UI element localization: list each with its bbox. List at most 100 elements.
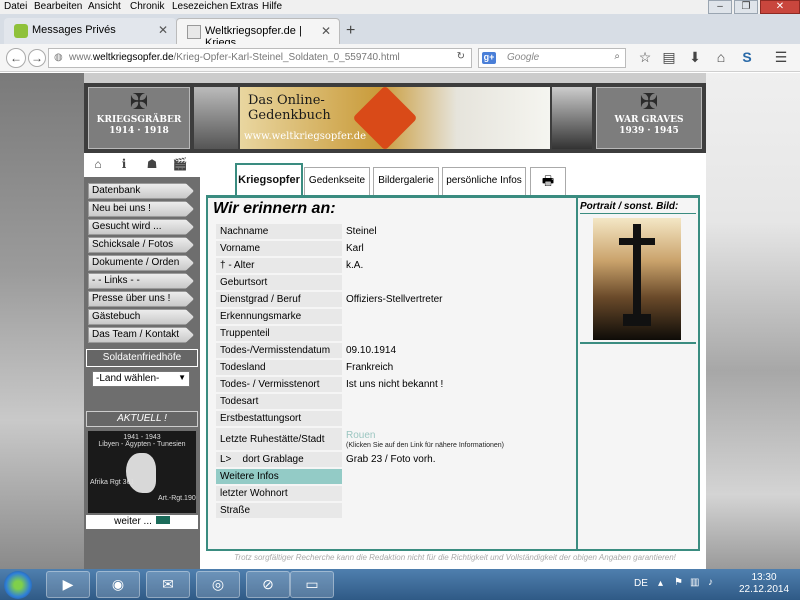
close-window-button[interactable]: ✕ [760,0,800,14]
network-icon[interactable]: ▥ [690,577,699,588]
start-button[interactable] [4,571,32,599]
minimize-button[interactable]: – [708,0,732,14]
field-label: Vorname [216,241,342,256]
sidebar-item-team[interactable]: Das Team / Kontakt [88,327,194,343]
banner-left-years: 1914 · 1918 [109,126,169,136]
firefox-icon[interactable]: ◉ [96,571,140,598]
aktuell-places: Libyen - Ägypten - Tunesien [98,441,186,448]
tab-gedenkseite[interactable]: Gedenkseite [304,167,370,195]
land-select[interactable]: -Land wählen- ▼ [92,371,190,387]
tab-kriegsopfer[interactable]: Kriegsopfer [235,163,303,196]
language-indicator[interactable]: DE [634,578,648,589]
url-input[interactable]: ◍ www.weltkriegsopfer.de/Krieg-Opfer-Kar… [48,48,472,68]
menu-datei[interactable]: Datei [4,1,27,12]
record-frame: Wir erinnern an: Nachname Steinel Vornam… [206,195,700,551]
film-icon[interactable]: 🎬 [170,157,190,173]
sidebar-item-presse[interactable]: Presse über uns ! [88,291,194,307]
browser-tab-weltkriegsopfer[interactable]: Weltkriegsopfer.de | Kriegs... ✕ [176,18,340,49]
chevron-down-icon: ▼ [178,373,186,382]
media-player-icon[interactable]: ▶ [46,571,90,598]
ghost-icon[interactable]: ☗ [142,157,162,173]
field-label: letzter Wohnort [216,486,342,501]
sidebar-item-links[interactable]: - - Links - - [88,273,194,289]
iron-cross-icon: ✠ [129,90,149,115]
main-content: Kriegsopfer Gedenkseite Bildergalerie pe… [200,153,706,569]
back-arrow-icon[interactable]: ← [6,48,26,68]
menu-bearbeiten[interactable]: Bearbeiten [34,1,82,12]
record-heading: Wir erinnern an: [213,200,336,217]
field-label: Truppenteil [216,326,342,341]
sidebar-item-schicksale[interactable]: Schicksale / Fotos [88,237,194,253]
new-tab-button[interactable]: + [346,22,355,40]
home-icon[interactable]: ⌂ [712,49,730,67]
browser-tab-messages[interactable]: Messages Privés ✕ [4,18,176,44]
portrait-title: Portrait / sonst. Bild: [580,201,696,214]
printer-icon[interactable]: 🖶 [530,167,566,195]
sidebar-item-gesucht[interactable]: Gesucht wird ... [88,219,194,235]
weiter-label: weiter ... [114,516,152,527]
portrait-divider [580,342,696,344]
clock[interactable]: 13:30 22.12.2014 [734,572,794,596]
volume-icon[interactable]: ♪ [708,577,713,588]
portrait-image[interactable] [593,218,681,340]
flag-icon[interactable]: ⚑ [674,577,683,588]
url-prefix: www. [69,52,93,63]
africa-map-icon [126,453,156,493]
sidebar-item-neu[interactable]: Neu bei uns ! [88,201,194,217]
field-label-grablage: L> dort Grablage [216,452,342,467]
field-value: 09.10.1914 [346,345,397,356]
menu-hilfe[interactable]: Hilfe [262,1,282,12]
thunderbird-icon[interactable]: ✉ [146,571,190,598]
banner-left-caption: KRIEGSGRÄBER [96,115,182,125]
bookmark-star-icon[interactable]: ☆ [636,49,654,67]
field-label: Erkennungsmarke [216,309,342,324]
sidebar-item-gaestebuch[interactable]: Gästebuch [88,309,194,325]
banner-center: Das Online- Gedenkbuch www.weltkriegsopf… [240,85,550,151]
land-select-value: -Land wählen- [96,373,160,384]
field-value: Grab 23 / Foto vorh. [346,454,436,465]
sidebar-item-dokumente[interactable]: Dokumente / Orden [88,255,194,271]
background-photo-left [0,73,84,569]
menu-lesezeichen[interactable]: Lesezeichen [172,1,228,12]
hamburger-menu-icon[interactable]: ☰ [772,49,790,67]
blue-app-icon[interactable]: ⊘ [246,571,290,598]
message-icon [14,24,28,38]
home-icon[interactable]: ⌂ [88,157,108,173]
forward-arrow-icon[interactable]: → [28,49,46,67]
maximize-button[interactable]: ❐ [734,0,758,14]
field-label-weitere-infos[interactable]: Weitere Infos [216,469,342,484]
download-icon[interactable]: ⬇ [686,49,704,67]
skype-icon[interactable]: S [738,49,756,67]
tab-bildergalerie[interactable]: Bildergalerie [373,167,439,195]
memorial-cross-base [623,314,651,326]
chevron-up-icon[interactable]: ▴ [658,578,663,589]
menu-extras[interactable]: Extras [230,1,258,12]
info-icon[interactable]: i [114,157,134,173]
search-input[interactable]: g+ Google ⌕ [478,48,626,68]
file-explorer-icon[interactable]: ▭ [290,571,334,598]
banner-url: www.weltkriegsopfer.de [244,131,367,142]
weiter-link[interactable]: weiter ... [86,515,198,529]
sidebar-icon-bar: ⌂ i ☗ 🎬 [84,153,200,177]
field-label: Todes- / Vermisstenort [216,377,342,392]
menu-bar: Datei Bearbeiten Ansicht Chronik Lesezei… [0,0,800,14]
eye-app-icon[interactable]: ◎ [196,571,240,598]
tab-persoenliche-infos[interactable]: persönliche Infos [442,167,526,195]
close-icon[interactable]: ✕ [321,24,331,38]
aktuell-image[interactable]: 1941 - 1943 Libyen - Ägypten - Tunesien … [88,431,196,513]
field-value: Frankreich [346,362,394,373]
ruhestaette-link[interactable]: Rouen [346,430,375,441]
search-icon[interactable]: ⌕ [614,51,620,62]
menu-ansicht[interactable]: Ansicht [88,1,121,12]
reload-icon[interactable]: ↻ [457,51,465,62]
banner-title-line1: Das Online- [248,93,325,108]
bookmarks-list-icon[interactable]: ▤ [660,49,678,67]
field-value: k.A. [346,260,364,271]
site-banner[interactable]: ✠ KRIEGSGRÄBER 1914 · 1918 Das Online- G… [84,83,706,153]
sidebar-item-datenbank[interactable]: Datenbank [88,183,194,199]
close-icon[interactable]: ✕ [158,23,168,37]
menu-chronik[interactable]: Chronik [130,1,164,12]
url-path: /Krieg-Opfer-Karl-Steinel_Soldaten_0_559… [173,52,400,63]
aktuell-years: 1941 - 1943 [123,434,161,441]
ruhestaette-note: (Klicken Sie auf den Link für nähere Inf… [346,442,504,449]
